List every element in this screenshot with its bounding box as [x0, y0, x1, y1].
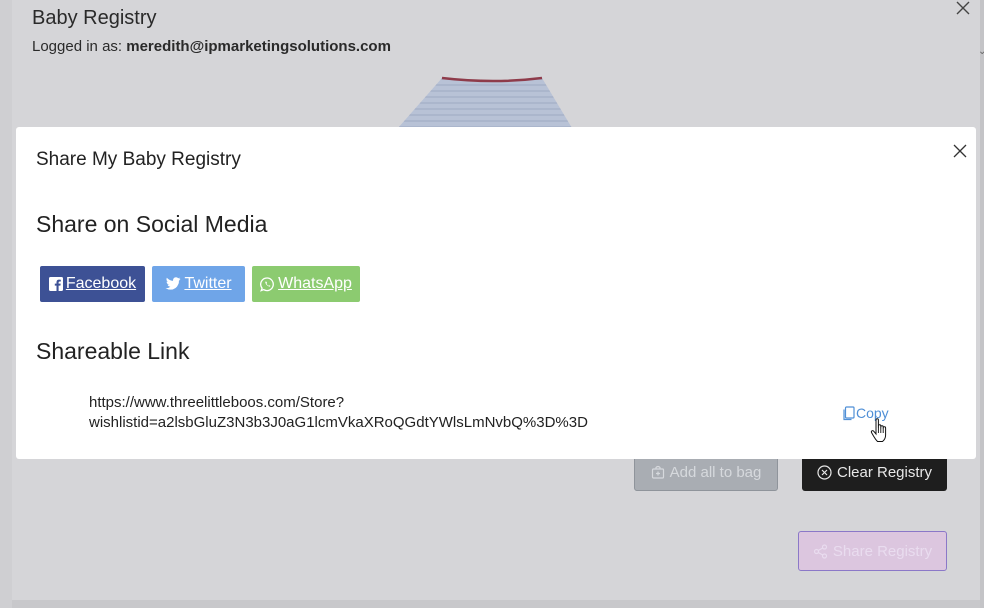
social-buttons: Facebook Twitter WhatsApp: [40, 266, 360, 302]
share-icon: [813, 543, 827, 559]
share-registry-label: Share Registry: [832, 542, 933, 560]
shareable-link-text[interactable]: https://www.threelittleboos.com/Store? w…: [89, 393, 609, 433]
page-close-icon[interactable]: [955, 0, 971, 16]
product-image: [398, 76, 572, 128]
modal-title: Share My Baby Registry: [36, 149, 241, 170]
modal-close-icon[interactable]: [952, 143, 968, 159]
facebook-label: Facebook: [65, 275, 137, 292]
page-bottom-edge: [12, 600, 980, 608]
twitter-icon: [165, 277, 181, 290]
page-title: Baby Registry: [32, 7, 157, 29]
copy-icon: [843, 405, 855, 420]
link-line-2: wishlistid=a2lsbGluZ3N3b3J0aG1lcmVkaXRoQ…: [89, 414, 588, 431]
login-email: meredith@ipmarketingsolutions.com: [126, 38, 391, 55]
circle-x-icon: [817, 464, 832, 480]
facebook-share-button[interactable]: Facebook: [40, 266, 145, 302]
scroll-up-arrow-icon[interactable]: ⌄: [978, 46, 984, 57]
share-registry-modal: Share My Baby Registry Share on Social M…: [16, 127, 976, 459]
login-status: Logged in as: meredith@ipmarketingsoluti…: [32, 38, 391, 55]
clear-registry-label: Clear Registry: [836, 463, 933, 481]
login-prefix: Logged in as:: [32, 38, 123, 55]
hand-pointer-cursor-icon: [870, 418, 887, 442]
add-all-to-bag-label: Add all to bag: [669, 463, 762, 481]
scrollbar[interactable]: [980, 0, 984, 608]
twitter-label: Twitter: [184, 275, 232, 292]
share-registry-button[interactable]: Share Registry: [798, 531, 947, 571]
whatsapp-icon: [260, 276, 274, 292]
bag-icon: [651, 465, 664, 479]
whatsapp-label: WhatsApp: [278, 275, 352, 292]
social-media-heading: Share on Social Media: [36, 211, 268, 237]
whatsapp-share-button[interactable]: WhatsApp: [252, 266, 360, 302]
twitter-share-button[interactable]: Twitter: [152, 266, 245, 302]
link-line-1: https://www.threelittleboos.com/Store?: [89, 394, 345, 411]
facebook-icon: [48, 277, 63, 291]
shareable-link-heading: Shareable Link: [36, 338, 190, 364]
